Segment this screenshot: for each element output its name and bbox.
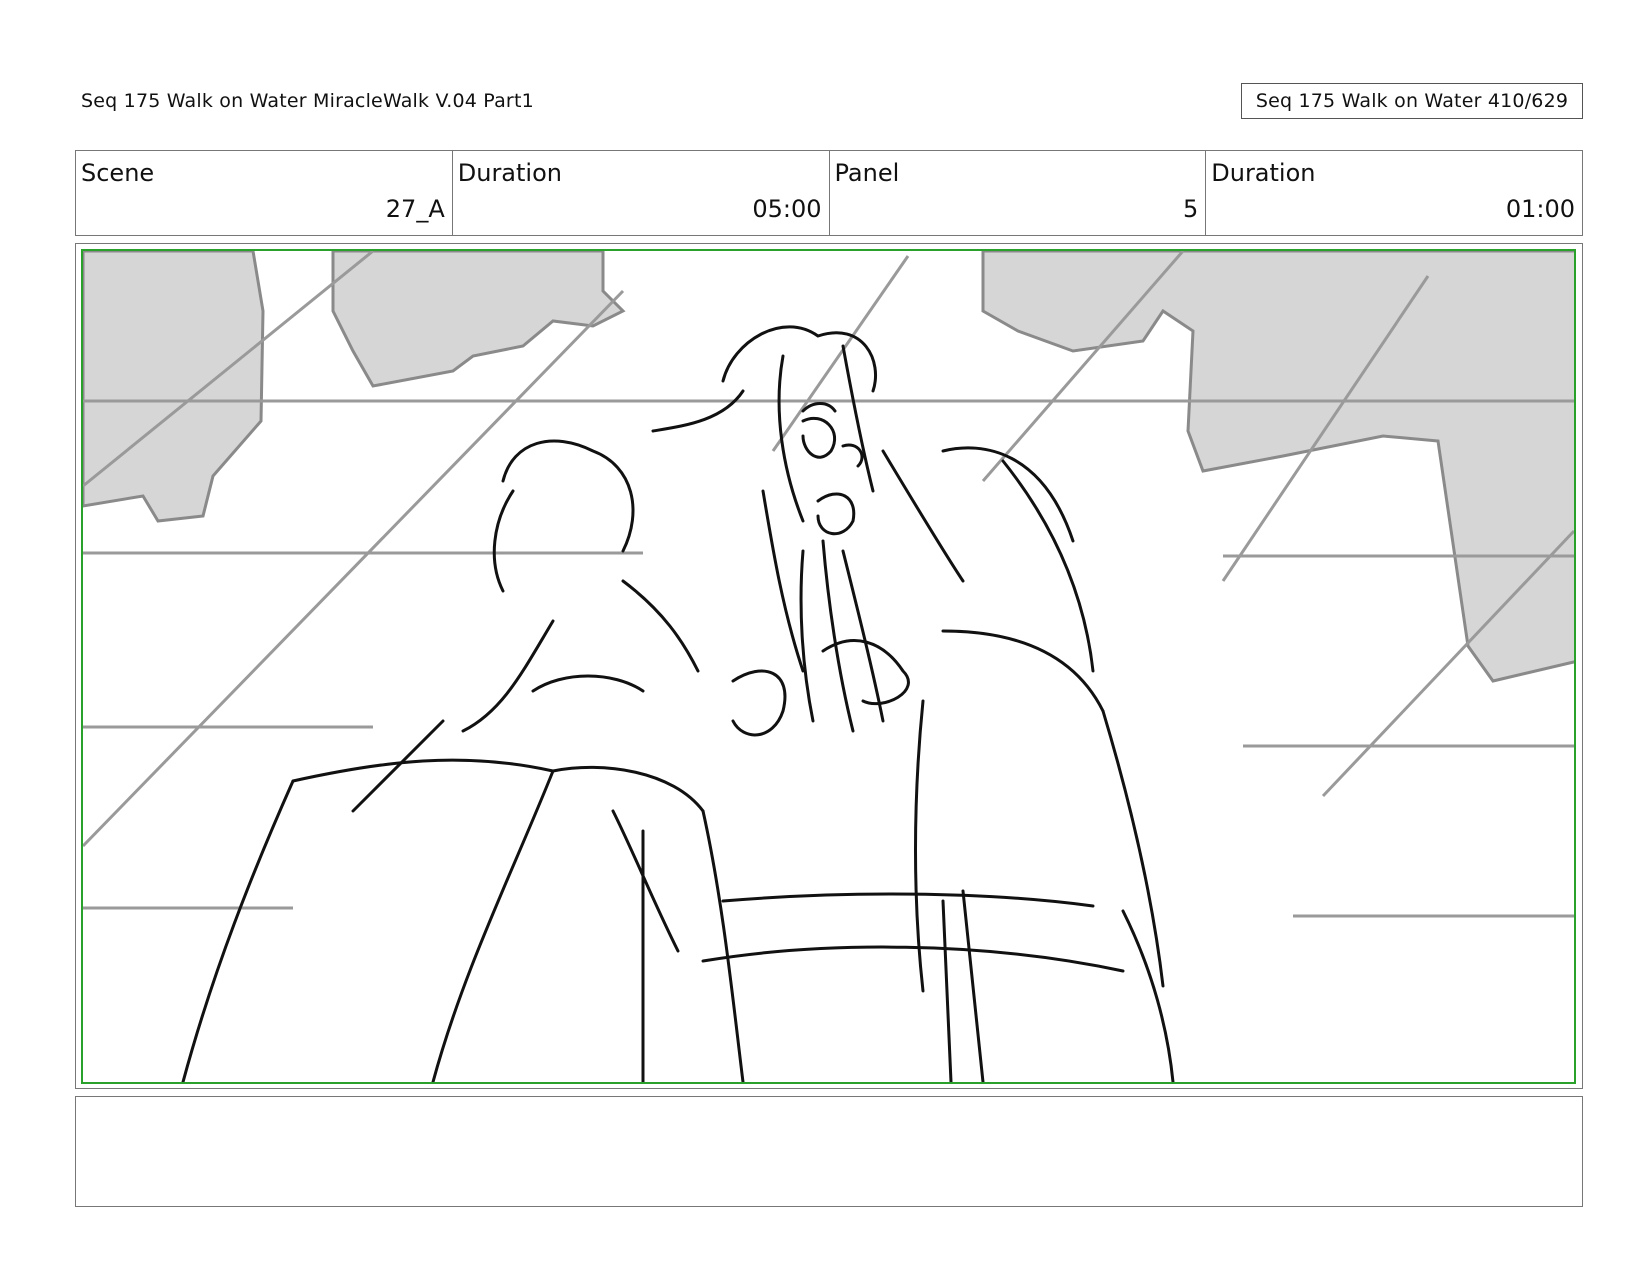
panel-value: 5 [1182, 195, 1199, 223]
scene-duration-label: Duration [457, 159, 562, 187]
scene-cell: Scene 27_A [76, 151, 453, 235]
scene-label: Scene [81, 159, 155, 187]
scene-duration-cell: Duration 05:00 [453, 151, 830, 235]
panel-duration-cell: Duration 01:00 [1206, 151, 1582, 235]
panel-label: Panel [834, 159, 900, 187]
page-reference: Seq 175 Walk on Water 410/629 [1241, 83, 1583, 119]
scene-duration-value: 05:00 [752, 195, 822, 223]
notes-box [75, 1096, 1583, 1207]
scene-value: 27_A [385, 195, 445, 223]
panel-duration-value: 01:00 [1505, 195, 1575, 223]
character-sketch [181, 325, 1175, 1082]
sequence-title: Seq 175 Walk on Water MiracleWalk V.04 P… [81, 90, 534, 112]
scene-info-table: Scene 27_A Duration 05:00 Panel 5 Durati… [75, 150, 1583, 236]
panel-duration-label: Duration [1211, 159, 1316, 187]
storyboard-sketch [83, 251, 1574, 1082]
panel-cell: Panel 5 [830, 151, 1207, 235]
storyboard-panel [81, 249, 1576, 1084]
